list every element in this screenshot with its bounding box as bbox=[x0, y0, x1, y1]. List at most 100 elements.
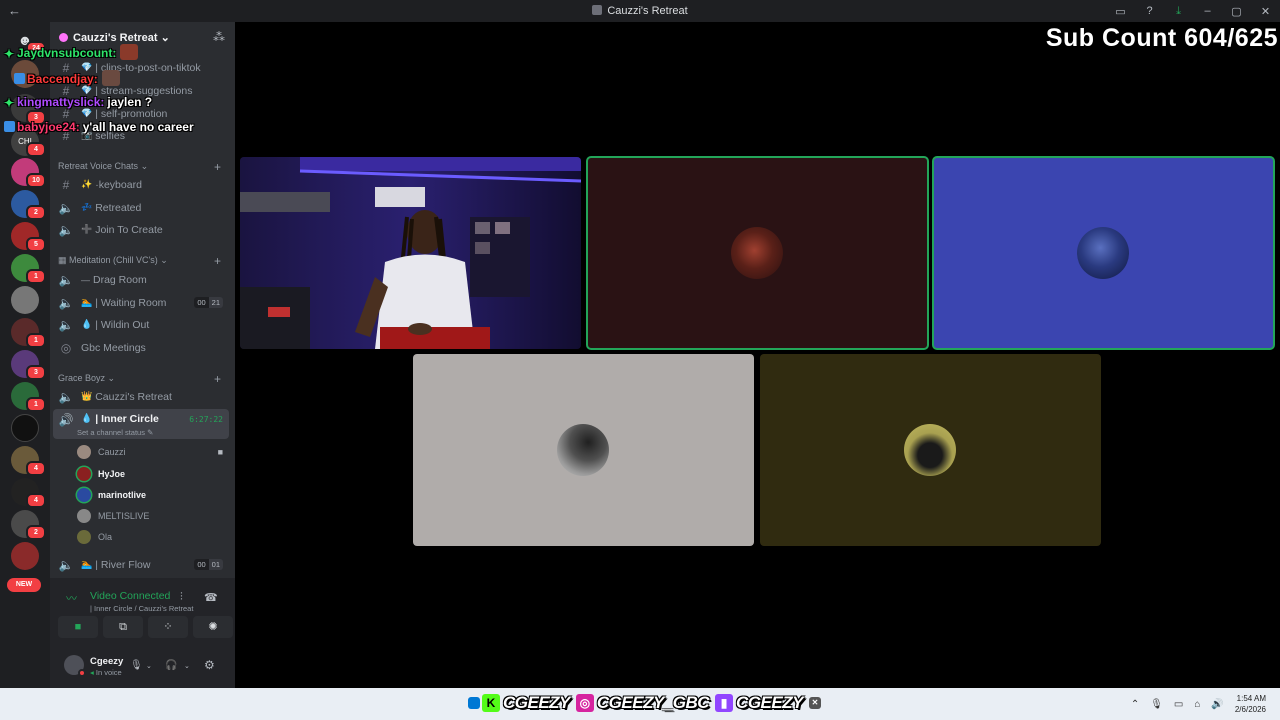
close-icon[interactable]: ✕ bbox=[1251, 5, 1280, 18]
count-current: 00 bbox=[194, 559, 209, 570]
network-icon[interactable]: ⌂ bbox=[1194, 699, 1200, 710]
add-channel-icon[interactable]: + bbox=[214, 372, 221, 386]
signal-icon[interactable]: 〰 bbox=[66, 590, 77, 606]
add-channel-icon[interactable]: + bbox=[214, 254, 221, 268]
channel-drag-room[interactable]: 🔈 — Drag Room bbox=[53, 269, 229, 290]
banner-kick: K CGEEZY bbox=[482, 693, 570, 713]
user-count-badge: 00 01 bbox=[194, 559, 223, 570]
server-icon[interactable] bbox=[11, 414, 39, 442]
server-name[interactable]: Cauzzi's Retreat ⌄ bbox=[59, 31, 170, 44]
video-tile-marinotlive[interactable] bbox=[932, 156, 1275, 350]
avatar bbox=[77, 445, 91, 459]
chevron-down-icon: ⌄ bbox=[160, 255, 168, 265]
voice-status[interactable]: Video Connected bbox=[90, 590, 170, 602]
channel-retreated[interactable]: 🔈 💤 Retreated bbox=[53, 197, 229, 218]
maximize-icon[interactable]: ▢ bbox=[1222, 5, 1251, 18]
category-grace-boyz[interactable]: Grace Boyz ⌄ + bbox=[58, 372, 221, 386]
voice-user[interactable]: Ola bbox=[77, 527, 227, 547]
soundboard-button[interactable]: ✺ bbox=[193, 616, 233, 638]
settings-gear-icon[interactable]: ⚙ bbox=[204, 658, 215, 672]
category-meditation[interactable]: ▦ Meditation (Chill VC's) ⌄ + bbox=[58, 254, 221, 268]
clock[interactable]: 1:54 AM 2/6/2026 bbox=[1235, 693, 1266, 715]
category-label: Grace Boyz bbox=[58, 373, 106, 383]
voice-channel-path[interactable]: | Inner Circle / Cauzzi's Retreat bbox=[90, 604, 193, 613]
banner-instagram: ◎ CGEEZY_GBC bbox=[575, 693, 710, 713]
channel-waiting-room[interactable]: 🔈 🏊 | Waiting Room 00 21 bbox=[53, 292, 229, 313]
channel-label: Cauzzi's Retreat bbox=[95, 390, 172, 403]
speaker-icon: 🔊 bbox=[58, 413, 74, 427]
video-tile-hyjoe[interactable] bbox=[586, 156, 929, 350]
social-banner: K CGEEZY ◎ CGEEZY_GBC ▮ CGEEZY ✕ bbox=[468, 692, 824, 714]
user-name[interactable]: Cgeezy bbox=[90, 656, 123, 667]
channel-emoji: 💎 bbox=[81, 108, 93, 118]
minimize-icon[interactable]: – bbox=[1193, 5, 1222, 17]
new-servers-badge[interactable]: NEW bbox=[7, 578, 41, 592]
channel-status[interactable]: Set a channel status ✎ bbox=[77, 428, 153, 437]
speaker-icon: 🔈 bbox=[58, 200, 74, 215]
chevron-down-icon[interactable]: ⌄ bbox=[146, 662, 152, 670]
avatar bbox=[1077, 227, 1129, 279]
volume-icon[interactable]: 🔊 bbox=[1211, 699, 1223, 710]
window-title: Cauzzi's Retreat bbox=[0, 5, 1280, 17]
chat-username: Jaydvnsubcount bbox=[17, 46, 113, 60]
chat-separator: : bbox=[100, 95, 105, 109]
chat-emote bbox=[120, 44, 139, 60]
category-retreat-voice[interactable]: Retreat Voice Chats ⌄ + bbox=[58, 160, 221, 174]
text-channel-icon: # bbox=[62, 177, 70, 192]
invite-people-icon[interactable]: ⁂ bbox=[213, 30, 225, 44]
voice-user[interactable]: MELTISLIVE bbox=[77, 506, 227, 526]
chevron-down-icon[interactable]: ⌄ bbox=[184, 662, 190, 670]
display-icon[interactable]: ▭ bbox=[1174, 699, 1183, 710]
voice-user[interactable]: HyJoe bbox=[77, 464, 227, 484]
channel-join-to-create[interactable]: 🔈 ➕ Join To Create bbox=[53, 219, 229, 240]
chat-message: ✦ kingmattyslick: jaylen ? bbox=[4, 95, 152, 110]
diamond-badge-icon bbox=[4, 121, 15, 132]
camera-button[interactable]: ■ bbox=[58, 616, 98, 638]
category-label: Retreat Voice Chats bbox=[58, 161, 139, 171]
unread-badge: 1 bbox=[26, 333, 46, 348]
add-channel-icon[interactable]: + bbox=[214, 160, 221, 174]
noise-suppression-icon[interactable]: ⫶ bbox=[180, 591, 183, 604]
screen-share-button[interactable]: ⧉ bbox=[103, 616, 143, 638]
voice-panel: 〰 Video Connected | Inner Circle / Cauzz… bbox=[50, 578, 235, 688]
download-icon[interactable]: ⤓ bbox=[1164, 5, 1193, 18]
video-tile-webcam[interactable] bbox=[240, 157, 581, 349]
user-avatar[interactable] bbox=[64, 655, 86, 677]
banner-handle: CGEEZY bbox=[736, 693, 803, 712]
user-status-text: In voice bbox=[95, 668, 122, 677]
soundboard-icon: ✺ bbox=[208, 621, 218, 633]
status-dot bbox=[78, 669, 86, 677]
activities-button[interactable]: ⁘ bbox=[148, 616, 188, 638]
channel-cauzzis-retreat[interactable]: 🔈 👑 Cauzzi's Retreat bbox=[53, 386, 229, 407]
voice-user[interactable]: Cauzzi ■ bbox=[77, 442, 227, 462]
microphone-icon[interactable]: 🎙 bbox=[1150, 699, 1163, 710]
headphones-icon[interactable]: 🎧 bbox=[165, 660, 177, 671]
unread-badge: 2 bbox=[26, 525, 46, 540]
disconnect-icon[interactable]: ☎ bbox=[204, 591, 218, 604]
speaker-icon: 🔈 bbox=[58, 272, 74, 287]
help-icon[interactable]: ? bbox=[1135, 5, 1164, 17]
stage-icon: ◎ bbox=[60, 340, 72, 355]
channel-river-flow[interactable]: 🔈 🏊 | River Flow 00 01 bbox=[53, 554, 229, 575]
title-bar: ← Cauzzi's Retreat ▭ ? ⤓ – ▢ ✕ bbox=[0, 0, 1280, 22]
server-icon[interactable] bbox=[11, 286, 39, 314]
unread-badge: 1 bbox=[26, 269, 46, 284]
channel-label: Retreated bbox=[95, 201, 142, 214]
channel-keyboard[interactable]: # ✨ · keyboard bbox=[53, 174, 229, 195]
window-title-text: Cauzzi's Retreat bbox=[607, 5, 688, 17]
channel-wildin-out[interactable]: 🔈 💧 | Wildin Out bbox=[53, 314, 229, 335]
camera-icon: ■ bbox=[217, 447, 223, 457]
video-tile-ola[interactable] bbox=[760, 354, 1101, 546]
windows-start-icon[interactable] bbox=[468, 697, 480, 709]
microphone-icon[interactable]: 🎙 bbox=[130, 660, 143, 671]
sub-count-overlay: Sub Count 604/625 bbox=[1045, 24, 1278, 52]
chevron-up-icon[interactable]: ⌃ bbox=[1131, 699, 1139, 710]
chevron-down-icon: ⌄ bbox=[140, 161, 149, 171]
channel-gbc-meetings[interactable]: ◎ Gbc Meetings bbox=[53, 337, 229, 358]
channel-emoji: — bbox=[81, 274, 90, 285]
video-tile-meltislive[interactable] bbox=[413, 354, 754, 546]
inbox-icon[interactable]: ▭ bbox=[1106, 5, 1135, 18]
server-icon[interactable] bbox=[11, 542, 39, 570]
count-limit: 01 bbox=[208, 559, 223, 570]
voice-user[interactable]: marinotlive bbox=[77, 485, 227, 505]
